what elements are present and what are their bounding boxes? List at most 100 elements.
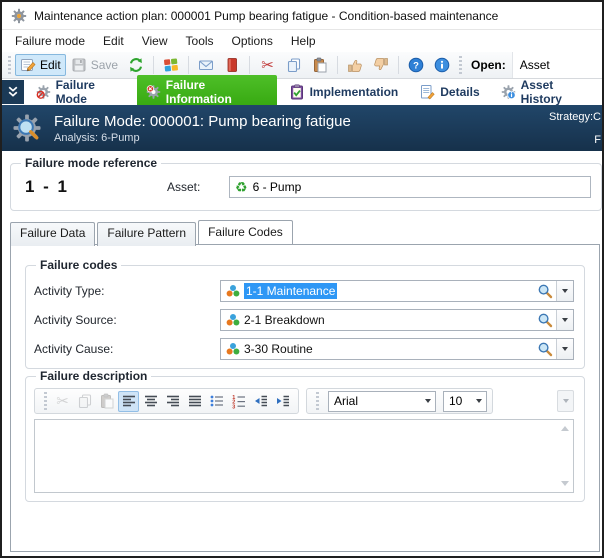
numbered-list-button[interactable] (228, 391, 249, 412)
failure-description-textarea[interactable] (34, 419, 574, 493)
scroll-down-arrow-icon[interactable] (561, 481, 569, 486)
toolbar-grip[interactable] (459, 56, 462, 74)
align-center-icon (143, 393, 159, 409)
menu-view[interactable]: View (133, 32, 177, 50)
failure-codes-panel: Failure codes Activity Type: 1-1 Mainten… (10, 244, 600, 552)
align-center-button[interactable] (140, 391, 161, 412)
nav-tab-bar: Failure Mode Failure Information Impleme… (2, 79, 602, 105)
align-right-button[interactable] (162, 391, 183, 412)
toolbar-separator (153, 56, 154, 74)
tab-implementation[interactable]: Implementation (280, 81, 408, 103)
menu-edit[interactable]: Edit (94, 32, 133, 50)
lookup-icon[interactable] (537, 283, 553, 299)
asset-value: 6 - Pump (253, 180, 302, 194)
caret-down-icon (476, 399, 482, 403)
modules-button[interactable] (158, 54, 184, 76)
activity-cause-field[interactable]: 3-30 Routine (220, 338, 574, 360)
double-chevron-down-icon (5, 84, 21, 100)
align-right-icon (165, 393, 181, 409)
tab-asset-history[interactable]: Asset History (492, 75, 602, 109)
report-icon (224, 57, 240, 73)
details-icon (419, 84, 435, 100)
caret-down-icon (562, 289, 568, 293)
activity-type-dropdown-button[interactable] (556, 281, 573, 301)
format-buttons-island (34, 388, 299, 414)
paste-icon (99, 393, 115, 409)
modules-icon (163, 57, 179, 73)
paste-button[interactable] (96, 391, 117, 412)
copy-button[interactable] (281, 54, 307, 76)
copy-icon (286, 57, 302, 73)
activity-source-label: Activity Source: (34, 313, 220, 327)
send-button[interactable] (193, 54, 219, 76)
format-toolbar: Arial 10 (34, 388, 574, 414)
activity-source-field[interactable]: 2-1 Breakdown (220, 309, 574, 331)
lookup-icon[interactable] (537, 312, 553, 328)
justify-button[interactable] (184, 391, 205, 412)
window-title: Maintenance action plan: 000001 Pump bea… (34, 9, 498, 23)
menu-failure-mode[interactable]: Failure mode (6, 32, 94, 50)
tab-failure-information[interactable]: Failure Information (137, 75, 277, 109)
numbered-list-icon (231, 393, 247, 409)
code-spheres-icon (225, 283, 241, 299)
window-gear-icon (11, 8, 27, 24)
thumbs-down-button[interactable] (368, 54, 394, 76)
caret-down-icon (425, 399, 431, 403)
format-toolbar-grip[interactable] (44, 392, 47, 410)
refresh-button[interactable] (123, 54, 149, 76)
paste-button[interactable] (307, 54, 333, 76)
menu-options[interactable]: Options (223, 32, 282, 50)
info-button[interactable] (429, 54, 455, 76)
cut-icon (259, 57, 276, 74)
decrease-indent-button[interactable] (250, 391, 271, 412)
activity-type-label: Activity Type: (34, 284, 220, 298)
report-button[interactable] (219, 54, 245, 76)
failure-description-legend: Failure description (36, 369, 151, 383)
activity-type-field[interactable]: 1-1 Maintenance (220, 280, 574, 302)
thumbs-up-button[interactable] (342, 54, 368, 76)
tab-failure-mode[interactable]: Failure Mode (27, 75, 134, 109)
tab-details[interactable]: Details (410, 81, 488, 103)
cut-button[interactable] (52, 391, 73, 412)
format-toolbar-grip[interactable] (316, 392, 319, 410)
menu-help[interactable]: Help (282, 32, 325, 50)
open-value: Asset (520, 58, 550, 72)
activity-type-value: 1-1 Maintenance (244, 283, 337, 299)
menu-tools[interactable]: Tools (177, 32, 223, 50)
bullet-list-icon (209, 393, 225, 409)
align-left-button[interactable] (118, 391, 139, 412)
help-icon (408, 57, 424, 73)
open-label: Open: (471, 58, 506, 72)
justify-icon (187, 393, 203, 409)
tab-failure-codes[interactable]: Failure Codes (198, 220, 293, 244)
copy-icon (77, 393, 93, 409)
failure-description-group: Failure description (25, 369, 585, 502)
help-button[interactable] (403, 54, 429, 76)
thumbs-up-icon (347, 57, 363, 73)
tab-failure-pattern[interactable]: Failure Pattern (97, 222, 196, 246)
scroll-up-arrow-icon[interactable] (561, 426, 569, 431)
failure-codes-group: Failure codes Activity Type: 1-1 Mainten… (25, 258, 585, 369)
toolbar-overflow-button[interactable] (557, 390, 574, 412)
reference-number: 1 - 1 (19, 177, 167, 197)
code-spheres-icon (225, 312, 241, 328)
copy-button[interactable] (74, 391, 95, 412)
activity-source-dropdown-button[interactable] (556, 310, 573, 330)
increase-indent-button[interactable] (272, 391, 293, 412)
toolbar-grip[interactable] (8, 56, 11, 74)
tab-failure-data[interactable]: Failure Data (10, 222, 95, 246)
activity-cause-dropdown-button[interactable] (556, 339, 573, 359)
edit-button[interactable]: Edit (15, 54, 66, 76)
asset-field[interactable]: 6 - Pump (229, 176, 591, 198)
lookup-icon[interactable] (537, 341, 553, 357)
font-name-combo[interactable]: Arial (328, 391, 436, 412)
bullet-list-button[interactable] (206, 391, 227, 412)
refresh-icon (128, 57, 144, 73)
save-button[interactable]: Save (66, 54, 123, 76)
code-spheres-icon (225, 341, 241, 357)
cut-button[interactable] (254, 54, 281, 77)
font-size-combo[interactable]: 10 (443, 391, 487, 412)
font-island: Arial 10 (306, 388, 493, 414)
collapse-button[interactable] (2, 80, 24, 104)
strategy-label: Strategy:C (549, 111, 601, 123)
